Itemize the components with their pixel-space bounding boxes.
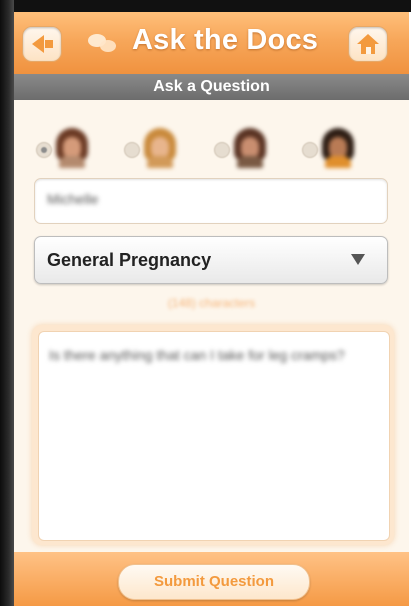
doctor-option-2[interactable] — [124, 126, 204, 170]
radio-button[interactable] — [124, 142, 140, 158]
status-bar — [14, 0, 411, 12]
section-header: Ask a Question — [14, 74, 409, 100]
doctor-avatar — [320, 128, 356, 168]
back-arrow-icon — [31, 35, 44, 53]
page-title: Ask the Docs — [132, 24, 319, 56]
nav-bar: Ask the Docs — [14, 12, 409, 74]
question-textarea[interactable]: Is there anything that can I take for le… — [38, 331, 390, 541]
doctor-option-4[interactable] — [302, 126, 382, 170]
home-icon — [357, 34, 379, 54]
back-button[interactable] — [22, 26, 62, 62]
question-container: Is there anything that can I take for le… — [32, 325, 394, 545]
app-screen: Ask the Docs Ask a Question Michelle Gen… — [14, 12, 409, 606]
doctor-selector — [36, 126, 396, 170]
doctor-avatar — [142, 128, 178, 168]
radio-button[interactable] — [302, 142, 318, 158]
character-counter: (148) characters — [167, 296, 256, 310]
doctor-option-1[interactable] — [36, 126, 116, 170]
phone-frame: Ask the Docs Ask a Question Michelle Gen… — [0, 0, 411, 606]
radio-button[interactable] — [36, 142, 52, 158]
category-value: General Pregnancy — [47, 250, 212, 270]
doctor-option-3[interactable] — [214, 126, 294, 170]
chat-bubbles-icon — [88, 34, 128, 54]
question-text: Is there anything that can I take for le… — [49, 347, 345, 363]
home-button[interactable] — [348, 26, 388, 62]
section-title: Ask a Question — [153, 78, 270, 95]
doctor-avatar — [54, 128, 90, 168]
doctor-avatar — [232, 128, 268, 168]
bottom-bar: Submit Question — [14, 552, 409, 606]
submit-question-button[interactable]: Submit Question — [118, 564, 310, 600]
name-input[interactable]: Michelle — [34, 178, 388, 224]
name-value: Michelle — [47, 191, 99, 207]
category-dropdown[interactable]: General Pregnancy — [34, 236, 388, 284]
radio-button[interactable] — [214, 142, 230, 158]
dropdown-arrow-icon — [351, 254, 365, 265]
device-bezel — [0, 0, 14, 606]
